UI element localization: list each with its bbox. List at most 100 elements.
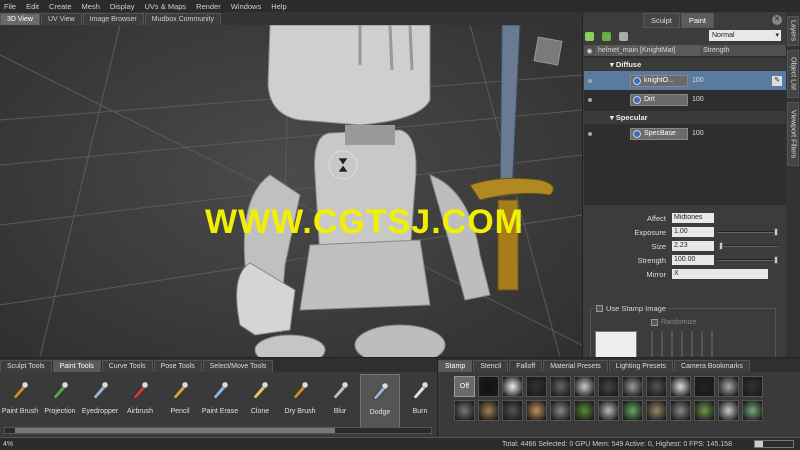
layer-row[interactable]: Dirt 100 (584, 90, 786, 109)
stamp-thumbnail[interactable] (598, 376, 619, 397)
menu-uvs-maps[interactable]: UVs & Maps (144, 2, 186, 11)
menu-windows[interactable]: Windows (231, 2, 261, 11)
eye-icon[interactable]: ◉ (584, 47, 595, 55)
group-diffuse[interactable]: ▾ Diffuse (584, 58, 786, 71)
tool-pencil[interactable]: Pencil (160, 374, 200, 428)
visibility-dot-icon[interactable] (588, 131, 592, 136)
stamp-thumbnail[interactable] (670, 400, 691, 421)
menu-mesh[interactable]: Mesh (82, 2, 100, 11)
stamp-thumbnail[interactable] (694, 400, 715, 421)
stamp-thumbnail[interactable] (574, 400, 595, 421)
scrollbar-thumb[interactable] (15, 428, 335, 433)
paint-target-icon[interactable]: ✎ (772, 75, 782, 86)
menu-create[interactable]: Create (49, 2, 72, 11)
blend-mode-select[interactable]: Normal (709, 30, 781, 41)
tab-pose-tools[interactable]: Pose Tools (153, 360, 202, 372)
tool-paint-erase[interactable]: Paint Erase (200, 374, 240, 428)
group-specular[interactable]: ▾ Specular (584, 111, 786, 124)
menu-file[interactable]: File (4, 2, 16, 11)
stamp-thumbnail[interactable] (622, 400, 643, 421)
stamp-thumbnail[interactable] (574, 376, 595, 397)
tab-paint-tools[interactable]: Paint Tools (52, 360, 101, 372)
stamp-thumbnail[interactable] (670, 376, 691, 397)
randomize-checkbox[interactable] (651, 319, 658, 326)
stamp-thumbnail[interactable] (646, 400, 667, 421)
exposure-slider-knob[interactable] (774, 228, 778, 236)
layer-chip[interactable]: SpecBase (630, 127, 688, 140)
stamp-thumbnail[interactable] (478, 376, 499, 397)
stamp-thumbnail[interactable] (718, 376, 739, 397)
stamp-thumbnail[interactable] (622, 376, 643, 397)
stamp-thumbnail[interactable] (502, 376, 523, 397)
menu-edit[interactable]: Edit (26, 2, 39, 11)
tool-paint-brush[interactable]: Paint Brush (0, 374, 40, 428)
stamp-thumbnail[interactable] (742, 400, 763, 421)
tab-mudbox-community[interactable]: Mudbox Community (144, 13, 221, 25)
size-slider[interactable] (718, 245, 778, 247)
layer-strength[interactable]: 100 (692, 77, 704, 84)
layer-chip[interactable]: knightO... (630, 74, 688, 87)
exposure-input[interactable]: 1.00 (672, 227, 714, 237)
stamp-thumbnail[interactable] (550, 376, 571, 397)
tool-burn[interactable]: Burn (400, 374, 440, 428)
layer-chip[interactable]: Dirt (630, 93, 688, 106)
tool-blur[interactable]: Blur (320, 374, 360, 428)
view-cube[interactable] (533, 36, 563, 66)
layer-row[interactable]: SpecBase 100 (584, 124, 786, 143)
tab-camera-bookmarks[interactable]: Camera Bookmarks (673, 360, 750, 372)
affect-select[interactable]: Midtones (672, 213, 714, 223)
tab-material-presets[interactable]: Material Presets (543, 360, 608, 372)
tool-airbrush[interactable]: Airbrush (120, 374, 160, 428)
layer-row[interactable]: knightO... 100 ✎ (584, 71, 786, 90)
stamp-thumbnail[interactable] (526, 376, 547, 397)
stamp-thumbnail[interactable] (694, 376, 715, 397)
stamp-thumbnail[interactable] (502, 400, 523, 421)
tab-select-move-tools[interactable]: Select/Move Tools (202, 360, 274, 372)
3d-viewport[interactable]: WWW.CGTSJ.COM (0, 25, 582, 357)
stamp-thumbnail[interactable] (646, 376, 667, 397)
stamp-thumbnail[interactable] (742, 376, 763, 397)
tab-stencil[interactable]: Stencil (473, 360, 509, 372)
size-input[interactable]: 2.23 (672, 241, 714, 251)
menu-render[interactable]: Render (196, 2, 221, 11)
stamp-thumbnail[interactable] (454, 400, 475, 421)
tool-eyedropper[interactable]: Eyedropper (80, 374, 120, 428)
use-stamp-checkbox[interactable] (596, 305, 603, 312)
menu-help[interactable]: Help (271, 2, 286, 11)
tab-uv-view[interactable]: UV View (40, 13, 82, 25)
menu-display[interactable]: Display (110, 2, 135, 11)
tab-lighting-presets[interactable]: Lighting Presets (608, 360, 673, 372)
strength-slider-knob[interactable] (774, 256, 778, 264)
stamp-off-button[interactable]: Off (454, 376, 475, 397)
stamp-thumbnail[interactable] (718, 400, 739, 421)
layer-strength[interactable]: 100 (692, 130, 704, 137)
tab-paint[interactable]: Paint (680, 12, 714, 28)
side-tab-viewport-filters[interactable]: Viewport Filters (787, 102, 799, 166)
side-tab-layers[interactable]: Layers (787, 16, 799, 46)
strength-slider[interactable] (718, 259, 778, 261)
tab-curve-tools[interactable]: Curve Tools (101, 360, 153, 372)
use-stamp-row[interactable]: Use Stamp Image (594, 304, 669, 313)
stamp-thumbnail[interactable] (526, 400, 547, 421)
layer-strength[interactable]: 100 (692, 96, 704, 103)
tab-falloff[interactable]: Falloff (509, 360, 543, 372)
tab-sculpt[interactable]: Sculpt (643, 12, 680, 28)
randomize-row[interactable]: Randomize (651, 319, 696, 326)
tool-clone[interactable]: Clone (240, 374, 280, 428)
tool-shelf-scrollbar[interactable] (4, 427, 432, 434)
side-tab-object-list[interactable]: Object List (787, 50, 799, 98)
exposure-slider[interactable] (718, 231, 778, 233)
tab-3d-view[interactable]: 3D View (0, 13, 40, 25)
tab-sculpt-tools[interactable]: Sculpt Tools (0, 360, 52, 372)
duplicate-layer-icon[interactable] (602, 31, 611, 41)
delete-layer-icon[interactable] (619, 31, 628, 41)
visibility-dot-icon[interactable] (588, 97, 592, 102)
stamp-thumbnail[interactable] (598, 400, 619, 421)
stamp-thumbnail[interactable] (550, 400, 571, 421)
strength-input[interactable]: 100.00 (672, 255, 714, 265)
stamp-thumbnail[interactable] (478, 400, 499, 421)
tab-image-browser[interactable]: Image Browser (82, 13, 144, 25)
visibility-dot-icon[interactable] (588, 78, 592, 83)
tab-stamp[interactable]: Stamp (438, 360, 473, 372)
tool-dry-brush[interactable]: Dry Brush (280, 374, 320, 428)
